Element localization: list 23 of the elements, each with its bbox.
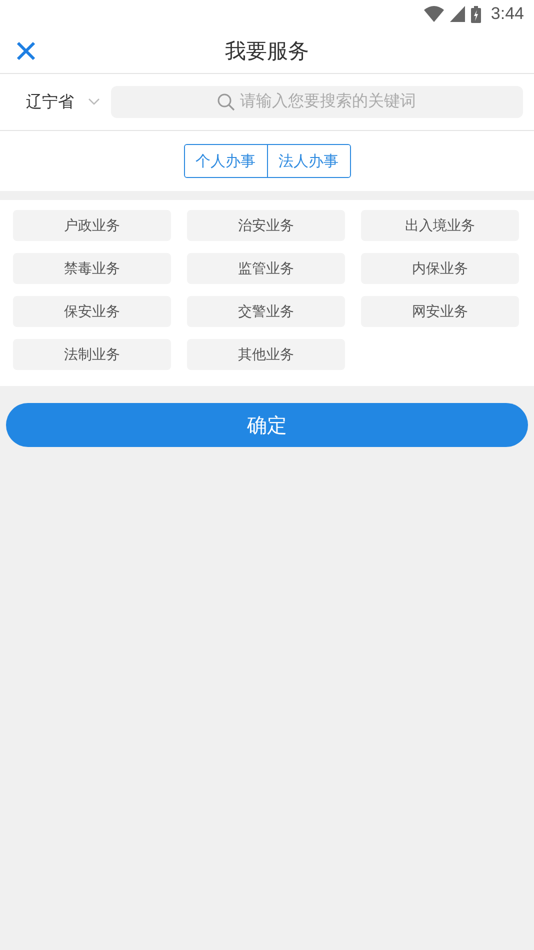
category-option[interactable]: 户政业务 xyxy=(13,210,171,241)
status-time: 3:44 xyxy=(490,4,524,24)
category-option[interactable]: 内保业务 xyxy=(361,253,519,284)
category-option[interactable]: 网安业务 xyxy=(361,296,519,327)
search-icon xyxy=(217,93,235,111)
battery-icon xyxy=(470,6,481,22)
close-icon[interactable] xyxy=(16,41,36,61)
category-option[interactable]: 交警业务 xyxy=(187,296,345,327)
region-dropdown[interactable]: 辽宁省 xyxy=(26,92,111,112)
tab[interactable]: 法人办事 xyxy=(266,145,350,177)
category-option[interactable]: 监管业务 xyxy=(187,253,345,284)
search-field[interactable]: 请输入您要搜索的关键词 xyxy=(111,86,523,118)
category-option[interactable]: 出入境业务 xyxy=(361,210,519,241)
category-option[interactable]: 禁毒业务 xyxy=(13,253,171,284)
category-option[interactable]: 法制业务 xyxy=(13,339,171,370)
category-option[interactable]: 其他业务 xyxy=(187,339,345,370)
page-title: 我要服务 xyxy=(225,38,309,64)
category-option[interactable]: 保安业务 xyxy=(13,296,171,327)
category-option[interactable]: 治安业务 xyxy=(187,210,345,241)
signal-icon xyxy=(450,6,465,22)
wifi-icon xyxy=(424,6,444,22)
chevron-down-icon xyxy=(88,98,100,106)
confirm-button[interactable]: 确定 xyxy=(6,403,528,447)
